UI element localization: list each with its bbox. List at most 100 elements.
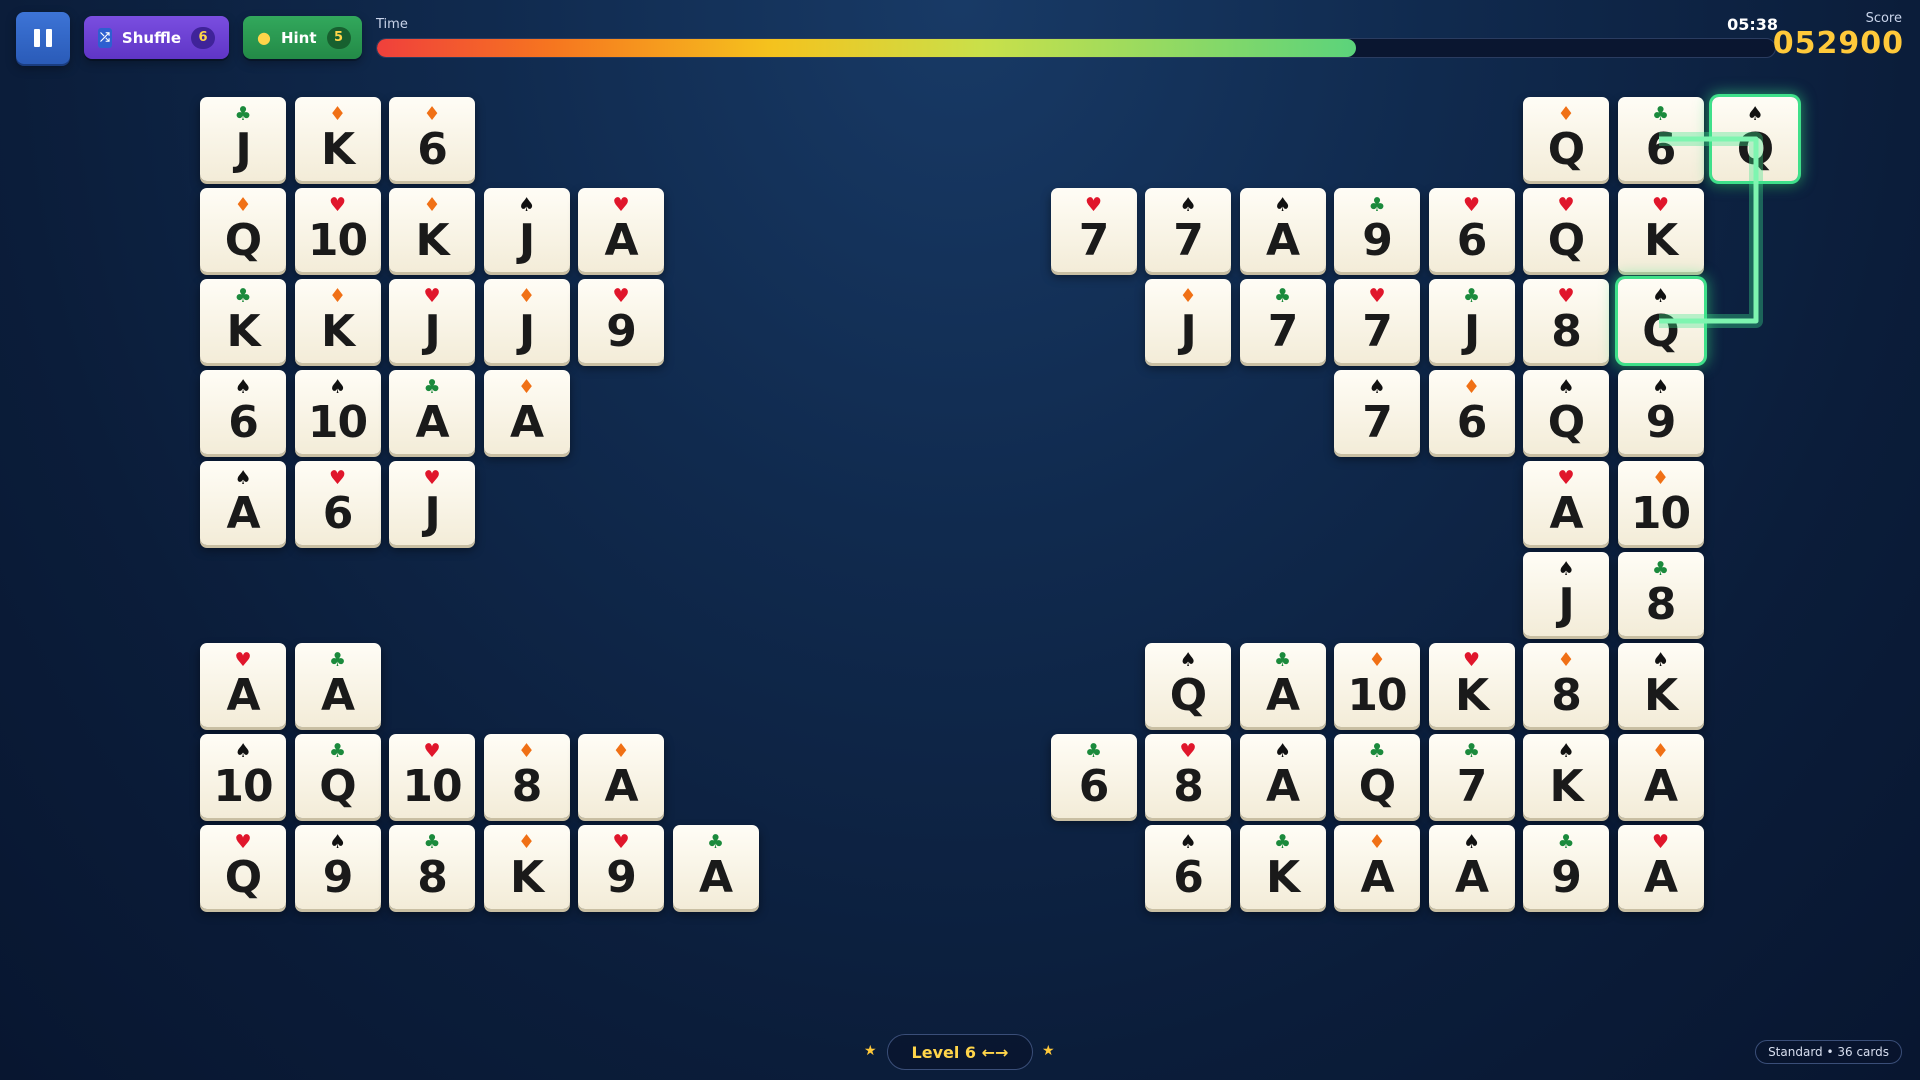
card-A-heart[interactable]: ♥ A — [1523, 461, 1609, 545]
card-A-diamond[interactable]: ♦ A — [1617, 734, 1704, 818]
card-A-spade[interactable]: ♠ A — [1239, 188, 1326, 272]
card-A-spade[interactable]: ♠ A — [1428, 825, 1515, 909]
card-K-diamond[interactable]: ♦ K — [483, 825, 570, 909]
heart-icon: ♥ — [234, 649, 252, 671]
card-8-heart[interactable]: ♥ 8 — [1145, 734, 1231, 818]
card-6-club[interactable]: ♣ 6 — [1617, 97, 1704, 181]
card-K-spade[interactable]: ♠ K — [1617, 643, 1704, 727]
card-8-heart[interactable]: ♥ 8 — [1523, 279, 1609, 363]
card-rank: 9 — [1362, 215, 1393, 266]
card-10-spade[interactable]: ♠ 10 — [200, 734, 286, 818]
card-A-spade[interactable]: ♠ A — [1239, 734, 1326, 818]
star-icon-left: ★ — [864, 1043, 877, 1059]
card-Q-heart[interactable]: ♥ Q — [1523, 188, 1609, 272]
card-rank: Q — [1358, 761, 1396, 812]
card-Q-club[interactable]: ♣ Q — [294, 734, 381, 818]
card-A-heart[interactable]: ♥ A — [578, 188, 664, 272]
card-7-club[interactable]: ♣ 7 — [1239, 279, 1326, 363]
card-8-diamond[interactable]: ♦ 8 — [483, 734, 570, 818]
card-7-spade[interactable]: ♠ 7 — [1145, 188, 1231, 272]
card-K-heart[interactable]: ♥ K — [1617, 188, 1704, 272]
card-8-diamond[interactable]: ♦ 8 — [1523, 643, 1609, 727]
card-8-club[interactable]: ♣ 8 — [1617, 552, 1704, 636]
card-rank: J — [1180, 306, 1196, 357]
card-6-heart[interactable]: ♥ 6 — [294, 461, 381, 545]
club-icon: ♣ — [1273, 285, 1292, 307]
club-icon: ♣ — [706, 831, 725, 853]
card-rank: 7 — [1362, 306, 1393, 357]
card-rank: 9 — [322, 852, 354, 903]
club-icon: ♣ — [1368, 740, 1386, 762]
card-Q-heart[interactable]: ♥ Q — [200, 825, 286, 909]
card-J-heart[interactable]: ♥ J — [389, 461, 475, 545]
card-Q-club[interactable]: ♣ Q — [1334, 734, 1420, 818]
card-9-heart[interactable]: ♥ 9 — [578, 279, 664, 363]
card-J-club[interactable]: ♣ J — [1428, 279, 1515, 363]
card-Q-spade[interactable]: ♠ Q — [1523, 370, 1609, 454]
card-rank: 8 — [1173, 761, 1204, 812]
card-rank: Q — [1736, 124, 1774, 175]
card-J-heart[interactable]: ♥ J — [389, 279, 475, 363]
card-J-diamond[interactable]: ♦ J — [1145, 279, 1231, 363]
card-K-diamond[interactable]: ♦ K — [294, 97, 381, 181]
card-6-spade[interactable]: ♠ 6 — [1145, 825, 1231, 909]
card-Q-diamond[interactable]: ♦ Q — [1523, 97, 1609, 181]
spade-icon: ♠ — [234, 467, 252, 489]
card-9-spade[interactable]: ♠ 9 — [1617, 370, 1704, 454]
card-A-diamond[interactable]: ♦ A — [483, 370, 570, 454]
card-rank: K — [226, 306, 260, 357]
spade-icon: ♠ — [1557, 558, 1575, 580]
card-K-diamond[interactable]: ♦ K — [389, 188, 475, 272]
card-8-club[interactable]: ♣ 8 — [389, 825, 475, 909]
card-rank: A — [415, 397, 449, 448]
card-rank: K — [320, 306, 355, 357]
card-A-club[interactable]: ♣ A — [294, 643, 381, 727]
card-7-club[interactable]: ♣ 7 — [1428, 734, 1515, 818]
card-7-heart[interactable]: ♥ 7 — [1050, 188, 1137, 272]
card-9-heart[interactable]: ♥ 9 — [578, 825, 664, 909]
card-rank: 10 — [307, 397, 368, 448]
card-J-club[interactable]: ♣ J — [200, 97, 286, 181]
heart-icon: ♥ — [1462, 649, 1481, 671]
card-Q-spade[interactable]: ♠ Q — [1145, 643, 1231, 727]
card-A-heart[interactable]: ♥ A — [1617, 825, 1704, 909]
card-A-heart[interactable]: ♥ A — [200, 643, 286, 727]
card-A-diamond[interactable]: ♦ A — [1334, 825, 1420, 909]
card-rank: 8 — [417, 852, 448, 903]
card-10-heart[interactable]: ♥ 10 — [389, 734, 475, 818]
card-K-club[interactable]: ♣ K — [200, 279, 286, 363]
club-icon: ♣ — [1462, 740, 1481, 762]
card-6-club[interactable]: ♣ 6 — [1050, 734, 1137, 818]
card-A-club[interactable]: ♣ A — [1239, 643, 1326, 727]
card-A-club[interactable]: ♣ A — [389, 370, 475, 454]
card-J-diamond[interactable]: ♦ J — [483, 279, 570, 363]
card-A-diamond[interactable]: ♦ A — [578, 734, 664, 818]
card-7-spade[interactable]: ♠ 7 — [1334, 370, 1420, 454]
card-10-spade[interactable]: ♠ 10 — [294, 370, 381, 454]
card-Q-spade[interactable]: ♠ Q — [1617, 279, 1704, 363]
card-K-diamond[interactable]: ♦ K — [294, 279, 381, 363]
card-rank: 8 — [1551, 670, 1582, 721]
card-9-spade[interactable]: ♠ 9 — [294, 825, 381, 909]
card-J-spade[interactable]: ♠ J — [1523, 552, 1609, 636]
card-10-diamond[interactable]: ♦ 10 — [1617, 461, 1704, 545]
card-Q-spade[interactable]: ♠ Q — [1712, 97, 1798, 181]
card-7-heart[interactable]: ♥ 7 — [1334, 279, 1420, 363]
card-9-club[interactable]: ♣ 9 — [1334, 188, 1420, 272]
card-6-diamond[interactable]: ♦ 6 — [1428, 370, 1515, 454]
card-6-diamond[interactable]: ♦ 6 — [389, 97, 475, 181]
card-10-diamond[interactable]: ♦ 10 — [1334, 643, 1420, 727]
card-rank: Q — [1547, 397, 1585, 448]
card-K-club[interactable]: ♣ K — [1239, 825, 1326, 909]
card-Q-diamond[interactable]: ♦ Q — [200, 188, 286, 272]
card-A-spade[interactable]: ♠ A — [200, 461, 286, 545]
spade-icon: ♠ — [1273, 194, 1292, 216]
card-J-spade[interactable]: ♠ J — [483, 188, 570, 272]
card-6-heart[interactable]: ♥ 6 — [1428, 188, 1515, 272]
card-6-spade[interactable]: ♠ 6 — [200, 370, 286, 454]
card-9-club[interactable]: ♣ 9 — [1523, 825, 1609, 909]
card-K-heart[interactable]: ♥ K — [1428, 643, 1515, 727]
card-K-spade[interactable]: ♠ K — [1523, 734, 1609, 818]
card-10-heart[interactable]: ♥ 10 — [294, 188, 381, 272]
card-A-club[interactable]: ♣ A — [672, 825, 759, 909]
